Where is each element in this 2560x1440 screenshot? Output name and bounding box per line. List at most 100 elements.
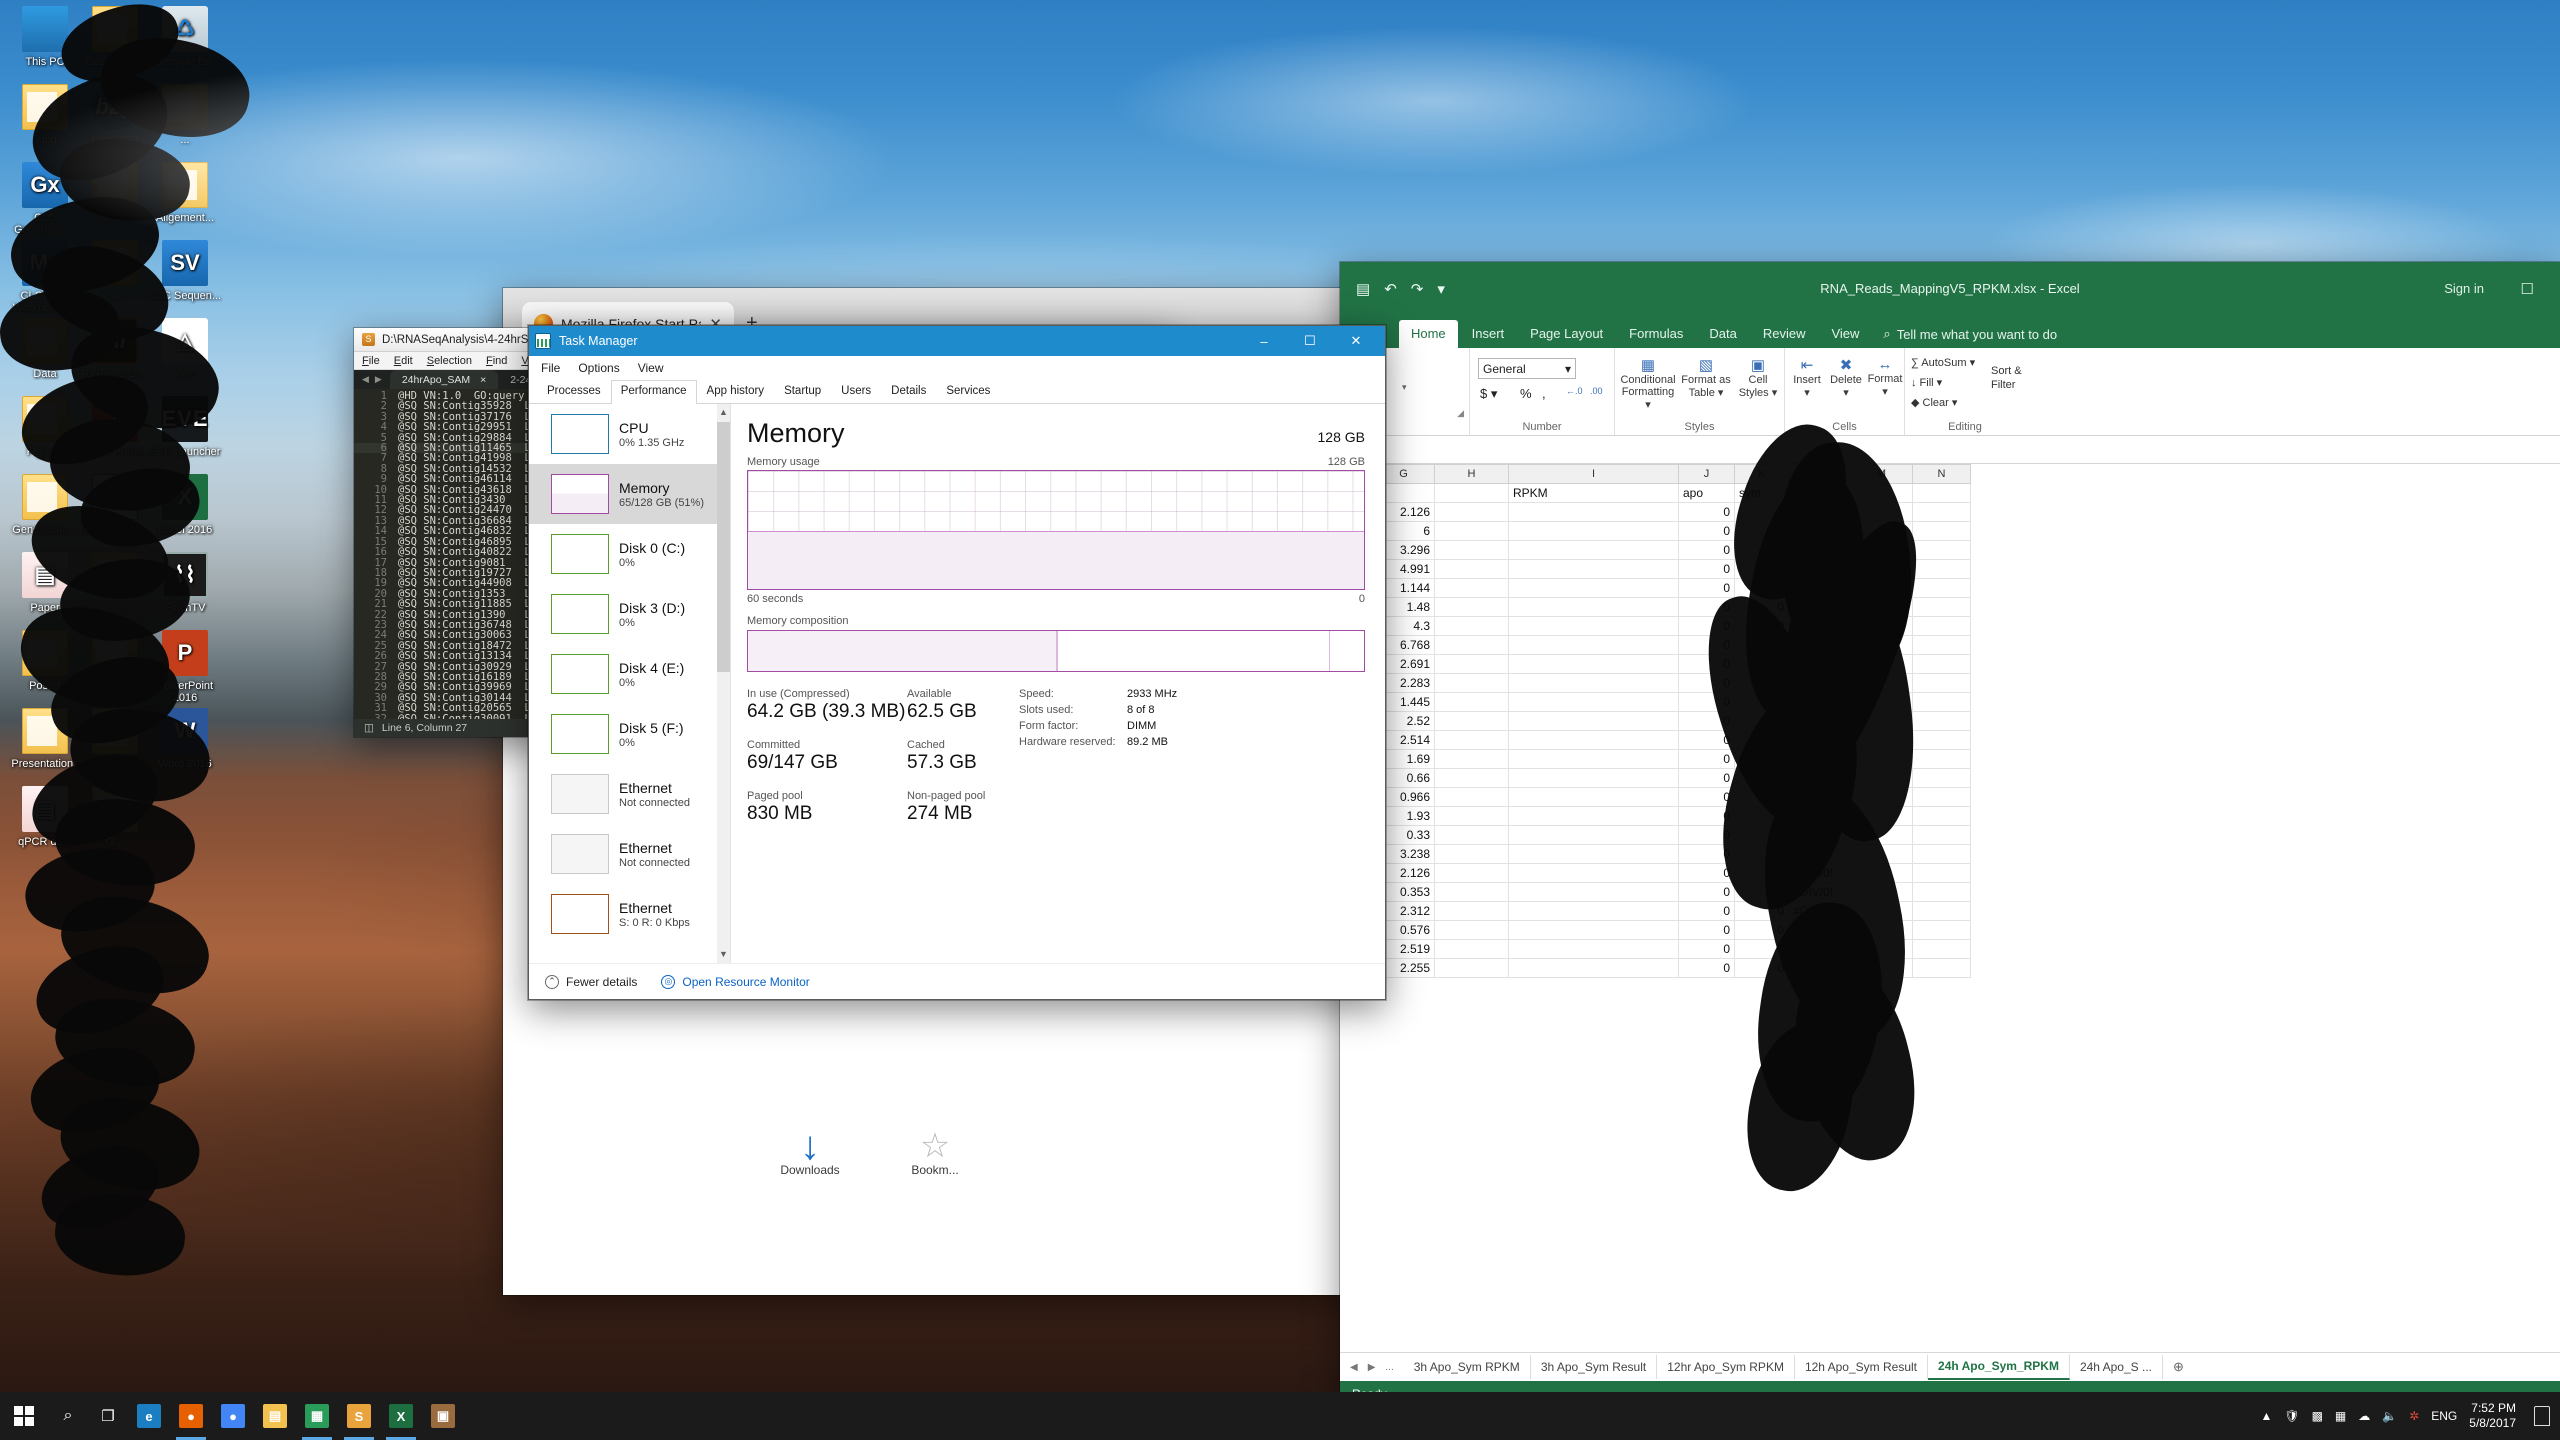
- cell-N[interactable]: [1912, 844, 1971, 864]
- cell-I[interactable]: [1508, 578, 1679, 598]
- cell-H[interactable]: [1434, 578, 1509, 598]
- ribbon-tab-data[interactable]: Data: [1697, 320, 1748, 348]
- ribbon-group-editing[interactable]: ∑ AutoSum ▾ ↓ Fill ▾ ◆ Clear ▾ Sort & Fi…: [1905, 348, 2025, 435]
- cell-H[interactable]: [1434, 939, 1509, 959]
- cell-I[interactable]: [1508, 920, 1679, 940]
- task-manager-menu-bar[interactable]: File Options View: [529, 356, 1385, 380]
- sublime-tab-0[interactable]: 24hrApo_SAM ×: [389, 370, 499, 389]
- next-sheet-icon[interactable]: ▶: [1368, 1362, 1376, 1373]
- cell-I[interactable]: [1508, 863, 1679, 883]
- cell-J[interactable]: 0: [1678, 901, 1735, 921]
- cell-H[interactable]: [1434, 502, 1509, 522]
- cell-N[interactable]: [1912, 578, 1971, 598]
- perf-item-ethernet[interactable]: Ethernet S: 0 R: 0 Kbps: [529, 884, 730, 944]
- cell-J[interactable]: 0: [1678, 578, 1735, 598]
- system-tray[interactable]: ▲ 🛡 ▩ ▦ ☁ 🔈 ✲ ENG 7:52 PM 5/8/2017: [2260, 1401, 2560, 1431]
- chevron-down-icon[interactable]: ▾: [1402, 382, 1407, 393]
- cell-I[interactable]: [1508, 540, 1679, 560]
- cell-J[interactable]: 0: [1678, 958, 1735, 978]
- cell-I[interactable]: [1508, 901, 1679, 921]
- next-tab-icon[interactable]: ▶: [375, 374, 382, 385]
- tray-show-hidden-icon[interactable]: ▲: [2260, 1409, 2272, 1423]
- cell-J[interactable]: 0: [1678, 540, 1735, 560]
- header-cell[interactable]: [1434, 483, 1509, 503]
- comma-style-button[interactable]: ,: [1542, 386, 1546, 401]
- scroll-down-icon[interactable]: ▼: [717, 946, 730, 963]
- header-cell[interactable]: RPKM: [1508, 483, 1679, 503]
- search-button[interactable]: ⌕: [48, 1392, 88, 1440]
- taskbar-app-sublime[interactable]: S: [338, 1392, 380, 1440]
- cell-N[interactable]: [1912, 882, 1971, 902]
- task-manager-footer[interactable]: ⌃ Fewer details ◎ Open Resource Monitor: [529, 963, 1385, 999]
- number-format-select[interactable]: General ▾: [1478, 358, 1576, 379]
- taskbar-app-other[interactable]: ▣: [422, 1392, 464, 1440]
- cell-N[interactable]: [1912, 635, 1971, 655]
- cell-H[interactable]: [1434, 749, 1509, 769]
- ribbon-tab-view[interactable]: View: [1819, 320, 1871, 348]
- cell-H[interactable]: [1434, 958, 1509, 978]
- cell-N[interactable]: [1912, 559, 1971, 579]
- cell-N[interactable]: [1912, 787, 1971, 807]
- cell-H[interactable]: [1434, 806, 1509, 826]
- excel-ribbon-tabs[interactable]: FileHomeInsertPage LayoutFormulasDataRev…: [1340, 315, 2560, 348]
- tray-language-indicator[interactable]: ENG: [2431, 1409, 2457, 1423]
- add-sheet-button[interactable]: ⊕: [2163, 1359, 2194, 1375]
- sublime-menu-selection[interactable]: Selection: [427, 355, 472, 367]
- ribbon-group-number[interactable]: General ▾ $ ▾ % , ←.0 .00 Number: [1470, 348, 1615, 435]
- column-header-H[interactable]: H: [1434, 464, 1509, 484]
- tab-performance[interactable]: Performance: [610, 380, 697, 404]
- tray-usb-icon[interactable]: ▩: [2312, 1409, 2323, 1423]
- cell-H[interactable]: [1434, 825, 1509, 845]
- tray-printer-icon[interactable]: ▦: [2335, 1409, 2346, 1423]
- cell-I[interactable]: [1508, 654, 1679, 674]
- ribbon-tab-insert[interactable]: Insert: [1460, 320, 1517, 348]
- cell-H[interactable]: [1434, 882, 1509, 902]
- cell-I[interactable]: [1508, 521, 1679, 541]
- cell-H[interactable]: [1434, 597, 1509, 617]
- ribbon-tab-page-layout[interactable]: Page Layout: [1518, 320, 1615, 348]
- cell-N[interactable]: [1912, 597, 1971, 617]
- task-view-button[interactable]: ❐: [88, 1392, 128, 1440]
- close-button[interactable]: ✕: [1333, 326, 1379, 356]
- insert-cells-button[interactable]: ⇤ Insert ▾: [1789, 356, 1825, 399]
- sheet-tab[interactable]: 12hr Apo_Sym RPKM: [1657, 1355, 1795, 1379]
- cell-I[interactable]: [1508, 616, 1679, 636]
- excel-ribbon[interactable]: Center ▾ ◢ General ▾ $ ▾ % , ←.0 .00 Num…: [1340, 348, 2560, 436]
- tray-network-icon[interactable]: ☁: [2358, 1409, 2370, 1423]
- cell-H[interactable]: [1434, 654, 1509, 674]
- excel-formula-bar[interactable]: [1340, 436, 2560, 464]
- delete-cells-button[interactable]: ✖ Delete ▾: [1827, 356, 1865, 399]
- cell-N[interactable]: [1912, 825, 1971, 845]
- cell-J[interactable]: 0: [1678, 749, 1735, 769]
- start-button[interactable]: [0, 1392, 48, 1440]
- cell-H[interactable]: [1434, 692, 1509, 712]
- ribbon-display-options-icon[interactable]: ☐: [2521, 280, 2534, 298]
- perf-item-ethernet[interactable]: Ethernet Not connected: [529, 824, 730, 884]
- tray-volume-icon[interactable]: 🔈: [2382, 1409, 2397, 1423]
- cell-H[interactable]: [1434, 521, 1509, 541]
- taskbar-app-taskmanager[interactable]: ▦: [296, 1392, 338, 1440]
- perf-item-cpu[interactable]: CPU 0% 1.35 GHz: [529, 404, 730, 464]
- cell-N[interactable]: [1912, 863, 1971, 883]
- cell-N[interactable]: [1912, 749, 1971, 769]
- cell-I[interactable]: [1508, 559, 1679, 579]
- autosum-button[interactable]: ∑ AutoSum ▾: [1911, 356, 1975, 369]
- cell-N[interactable]: [1912, 673, 1971, 693]
- performance-sidebar-list[interactable]: CPU 0% 1.35 GHz Memory 65/128 GB (51%) Disk …: [529, 404, 730, 944]
- tray-security-icon[interactable]: 🛡: [2284, 1409, 2299, 1423]
- cell-I[interactable]: [1508, 768, 1679, 788]
- prev-sheet-icon[interactable]: ◀: [1350, 1362, 1358, 1373]
- cell-N[interactable]: [1912, 730, 1971, 750]
- window-controls[interactable]: – ☐ ✕: [1241, 326, 1379, 356]
- header-cell[interactable]: apo: [1678, 483, 1735, 503]
- sheet-tab[interactable]: 12h Apo_Sym Result: [1795, 1355, 1929, 1379]
- taskbar-clock[interactable]: 7:52 PM 5/8/2017: [2469, 1401, 2522, 1431]
- tab-processes[interactable]: Processes: [537, 380, 611, 403]
- task-manager-menu-view[interactable]: View: [638, 361, 664, 375]
- ribbon-group-styles[interactable]: ▦ Conditional Formatting ▾ ▧ Format as T…: [1615, 348, 1785, 435]
- cell-N[interactable]: [1912, 768, 1971, 788]
- cell-I[interactable]: [1508, 730, 1679, 750]
- decrease-decimal-button[interactable]: ←.0: [1566, 386, 1583, 396]
- cell-N[interactable]: [1912, 654, 1971, 674]
- fewer-details-button[interactable]: ⌃ Fewer details: [545, 974, 637, 989]
